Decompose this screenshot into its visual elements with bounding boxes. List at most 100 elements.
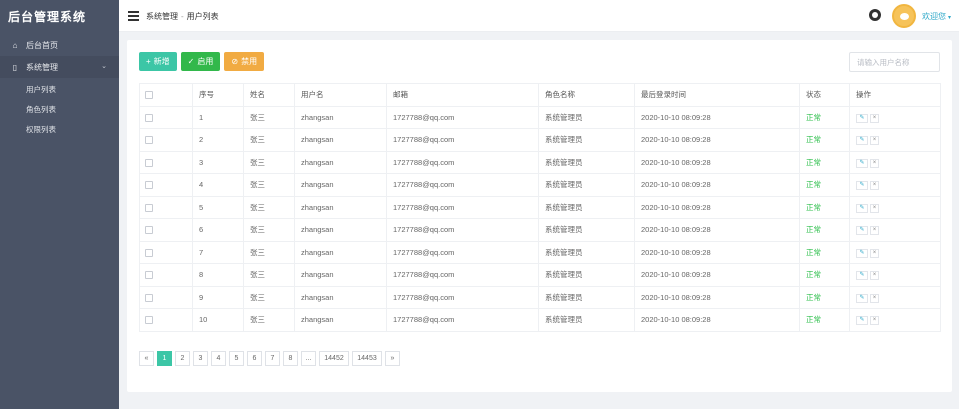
edit-icon[interactable]: ✎ [856,293,868,303]
cell-name: 张三 [243,263,295,287]
cell-email: 1727788@qq.com [386,151,539,174]
page-button[interactable]: 2 [175,351,190,366]
delete-icon[interactable]: × [870,226,879,236]
row-checkbox[interactable] [145,203,153,212]
sidebar-item-users[interactable]: 用户列表 [0,80,119,100]
cell-name: 张三 [243,286,295,309]
page-button[interactable]: 7 [265,351,280,366]
row-checkbox[interactable] [145,136,153,145]
page-button[interactable]: 3 [193,351,208,366]
sidebar-item-home[interactable]: ⌂ 后台首页 [0,34,119,56]
row-checkbox[interactable] [145,271,153,280]
disable-button[interactable]: ⊘ 禁用 [224,52,265,71]
avatar[interactable] [892,4,916,28]
add-button[interactable]: + 新增 [139,52,177,71]
delete-icon[interactable]: × [870,158,879,168]
table-row: 6 张三 zhangsan 1727788@qq.com 系统管理员 2020-10-10… [139,218,941,242]
cell-name: 张三 [243,151,295,174]
sidebar-item-system[interactable]: ▯ 系统管理 ⌄ [0,56,119,78]
row-checkbox[interactable] [145,248,153,257]
pagination: «1 2 3 4 5 6 7 8... 14452 14453» [139,351,400,366]
delete-icon[interactable]: × [870,181,879,191]
sidebar-item-roles[interactable]: 角色列表 [0,100,119,120]
content-panel: +新增 ✓启用 ⊘禁用 序号 姓名 用户名 邮箱 角色名称 最后登录时间 状态 … [127,40,952,392]
column-header: 序号 [192,83,244,107]
delete-icon[interactable]: × [870,316,879,326]
page-button[interactable]: 5 [229,351,244,366]
enable-button[interactable]: ✓ 启用 [180,52,221,71]
edit-icon[interactable]: ✎ [856,248,868,258]
breadcrumb-item[interactable]: 系统管理 [146,12,178,21]
github-icon[interactable] [869,9,881,21]
cell-username: zhangsan [294,151,387,174]
toolbar: + 新增 ✓ 启用 ⊘ 禁用 [139,52,265,71]
edit-icon[interactable]: ✎ [856,226,868,236]
cell-last-login: 2020-10-10 08:09:28 [634,308,800,332]
row-checkbox[interactable] [145,226,153,235]
cell-last-login: 2020-10-10 08:09:28 [634,241,800,264]
menu-toggle-icon[interactable] [128,11,139,21]
page-button[interactable]: 6 [247,351,262,366]
row-select-cell [139,286,193,309]
page-button[interactable]: 8 [283,351,298,366]
edit-icon[interactable]: ✎ [856,203,868,213]
row-actions: ✎ × [849,128,941,152]
sidebar-item-permissions[interactable]: 权限列表 [0,120,119,140]
cell-id: 1 [192,106,244,129]
page-button[interactable]: 4 [211,351,226,366]
delete-icon[interactable]: × [870,248,879,258]
cell-role: 系统管理员 [538,308,635,332]
cell-username: zhangsan [294,106,387,129]
cell-role: 系统管理员 [538,106,635,129]
edit-icon[interactable]: ✎ [856,136,868,146]
next-page-button[interactable]: » [385,351,400,366]
cell-email: 1727788@qq.com [386,196,539,219]
search-input[interactable] [849,52,940,72]
row-checkbox[interactable] [145,113,153,122]
cell-name: 张三 [243,241,295,264]
prev-page-button[interactable]: « [139,351,154,366]
page-button[interactable]: 14453 [352,351,382,366]
sidebar-item-label: 系统管理 [26,62,58,72]
delete-icon[interactable]: × [870,203,879,213]
row-checkbox[interactable] [145,158,153,167]
breadcrumb: 系统管理 - 用户列表 [146,11,219,22]
cell-role: 系统管理员 [538,286,635,309]
page-button[interactable]: 14452 [319,351,349,366]
edit-icon[interactable]: ✎ [856,316,868,326]
sidebar-submenu: 用户列表 角色列表 权限列表 [0,78,119,142]
edit-icon[interactable]: ✎ [856,113,868,123]
cell-last-login: 2020-10-10 08:09:28 [634,106,800,129]
breadcrumb-separator: - [181,12,184,21]
row-actions: ✎ × [849,218,941,242]
file-icon: ▯ [12,62,18,72]
table-row: 4 张三 zhangsan 1727788@qq.com 系统管理员 2020-10-10… [139,173,941,197]
cell-username: zhangsan [294,241,387,264]
edit-icon[interactable]: ✎ [856,181,868,191]
user-menu[interactable]: 欢迎您 ▾ [922,11,951,22]
delete-icon[interactable]: × [870,271,879,281]
edit-icon[interactable]: ✎ [856,271,868,281]
enable-button-label: 启用 [197,57,214,66]
table-row: 5 张三 zhangsan 1727788@qq.com 系统管理员 2020-10-10… [139,196,941,219]
row-checkbox[interactable] [145,293,153,302]
row-select-cell [139,173,193,197]
column-header: 状态 [799,83,850,107]
delete-icon[interactable]: × [870,136,879,146]
column-header: 角色名称 [538,83,635,107]
row-checkbox[interactable] [145,181,153,190]
edit-icon[interactable]: ✎ [856,158,868,168]
row-checkbox[interactable] [145,316,153,325]
delete-icon[interactable]: × [870,113,879,123]
table-row: 2 张三 zhangsan 1727788@qq.com 系统管理员 2020-10-10… [139,128,941,152]
table-header-row: 序号 姓名 用户名 邮箱 角色名称 最后登录时间 状态 操作 [139,83,941,107]
table-row: 10 张三 zhangsan 1727788@qq.com 系统管理员 2020-10-1… [139,308,941,332]
cell-role: 系统管理员 [538,241,635,264]
select-all-checkbox[interactable] [145,91,153,100]
page-button[interactable]: 1 [157,351,172,366]
page-ellipsis[interactable]: ... [301,351,316,366]
status-badge: 正常 [799,263,850,287]
status-badge: 正常 [799,173,850,197]
table-row: 3 张三 zhangsan 1727788@qq.com 系统管理员 2020-10-10… [139,151,941,174]
delete-icon[interactable]: × [870,293,879,303]
